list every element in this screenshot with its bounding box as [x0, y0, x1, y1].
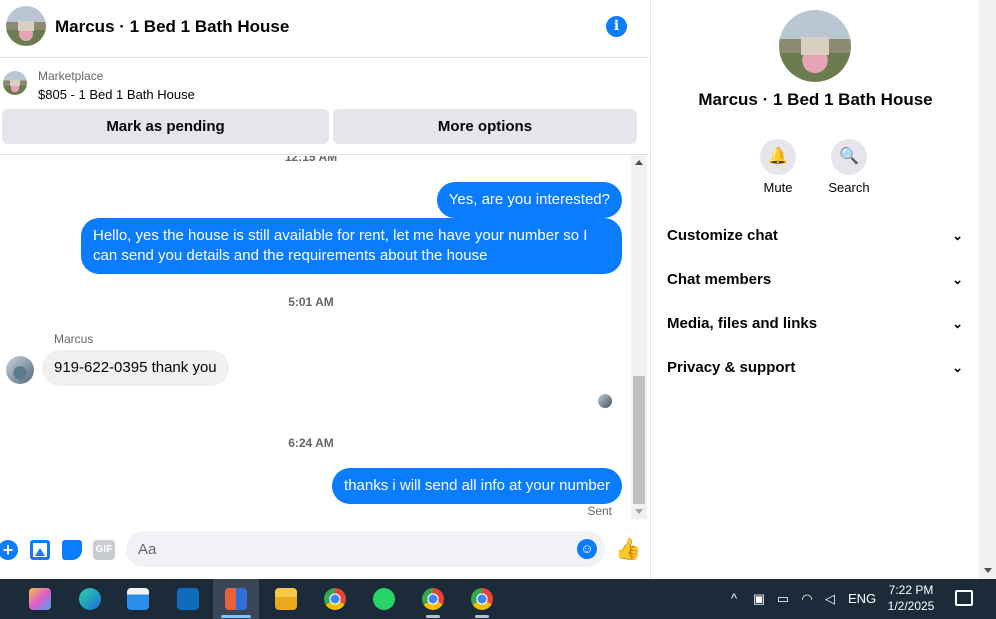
message-list: 12:15 AM Yes, are you interested? Hello,… — [0, 156, 649, 519]
listing-thumbnail[interactable] — [3, 71, 27, 95]
taskbar-chrome-profile-c[interactable] — [410, 579, 456, 619]
taskbar-store[interactable] — [115, 579, 161, 619]
active-indicator — [221, 615, 251, 618]
taskbar-file-explorer[interactable] — [263, 579, 309, 619]
sender-avatar[interactable] — [6, 356, 34, 384]
taskbar-active-app[interactable] — [213, 579, 259, 619]
info-icon[interactable]: i — [606, 16, 627, 37]
clock-date: 1/2/2025 — [887, 599, 935, 613]
clock-time: 7:22 PM — [888, 583, 934, 597]
sender-name: Marcus — [54, 332, 94, 346]
scroll-down-icon[interactable] — [635, 509, 643, 514]
taskbar-copilot[interactable] — [17, 579, 63, 619]
timestamp: 12:15 AM — [284, 156, 338, 164]
section-customize-chat[interactable]: Customize chat ⌄ — [667, 224, 967, 248]
sticker-icon[interactable] — [62, 540, 82, 560]
outgoing-message[interactable]: Hello, yes the house is still available … — [81, 218, 622, 274]
scroll-down-icon[interactable] — [984, 568, 992, 573]
emoji-icon[interactable]: ☺ — [577, 539, 597, 559]
more-options-button[interactable]: More options — [333, 109, 637, 144]
taskbar-chrome[interactable] — [312, 579, 358, 619]
section-label: Media, files and links — [667, 315, 818, 332]
listing-title[interactable]: $805 - 1 Bed 1 Bath House — [38, 87, 195, 102]
meet-icon[interactable]: ▣ — [751, 591, 767, 607]
notification-icon[interactable] — [955, 590, 973, 606]
chrome-icon — [471, 588, 493, 610]
section-chat-members[interactable]: Chat members ⌄ — [667, 268, 967, 292]
section-privacy-support[interactable]: Privacy & support ⌄ — [667, 356, 967, 380]
running-indicator — [426, 615, 440, 618]
chevron-down-icon: ⌄ — [952, 316, 963, 331]
message-input[interactable] — [126, 531, 605, 567]
taskbar-edge[interactable] — [67, 579, 113, 619]
taskbar-chrome-profile-2[interactable] — [459, 579, 505, 619]
taskbar-outlook[interactable] — [165, 579, 211, 619]
running-indicator — [475, 615, 489, 618]
details-title: Marcus · 1 Bed 1 Bath House — [698, 90, 933, 109]
details-avatar[interactable] — [779, 10, 851, 82]
mute-button[interactable]: 🔔 — [760, 139, 796, 175]
read-receipt-avatar — [598, 394, 612, 408]
scroll-up-icon[interactable] — [635, 160, 643, 165]
section-media-files-links[interactable]: Media, files and links ⌄ — [667, 312, 967, 336]
outlook-icon — [177, 588, 199, 610]
search-label: Search — [828, 180, 870, 195]
bell-icon: 🔔 — [768, 148, 788, 165]
chevron-down-icon: ⌄ — [952, 360, 963, 375]
thumbs-up-icon[interactable]: 👍 — [615, 538, 641, 562]
chrome-icon — [324, 588, 346, 610]
chat-panel: Marcus · 1 Bed 1 Bath House i Marketplac… — [0, 0, 649, 579]
taskbar-whatsapp[interactable] — [361, 579, 407, 619]
wifi-icon[interactable]: ◠ — [799, 591, 815, 607]
chevron-down-icon: ⌄ — [952, 228, 963, 243]
chevron-up-icon[interactable]: ^ — [726, 591, 742, 607]
folder-icon — [275, 588, 297, 610]
mute-label: Mute — [763, 180, 793, 195]
app-icon — [225, 588, 247, 610]
section-label: Chat members — [667, 271, 772, 288]
chrome-icon — [422, 588, 444, 610]
copilot-icon — [29, 588, 51, 610]
marketplace-label: Marketplace — [38, 69, 104, 83]
chat-avatar[interactable] — [6, 6, 46, 46]
edge-icon — [79, 588, 101, 610]
conversation-details-panel: Marcus · 1 Bed 1 Bath House 🔔 Mute 🔍 Sea… — [650, 0, 979, 579]
search-icon: 🔍 — [839, 148, 859, 165]
clock[interactable]: 7:22 PM 1/2/2025 — [872, 582, 950, 614]
volume-icon[interactable]: ◁ — [822, 591, 838, 607]
timestamp: 6:24 AM — [288, 436, 334, 450]
battery-icon[interactable]: ▭ — [775, 591, 791, 607]
chat-header: Marcus · 1 Bed 1 Bath House i — [0, 0, 649, 58]
outgoing-message[interactable]: thanks i will send all info at your numb… — [332, 468, 622, 504]
delivery-status: Sent — [587, 504, 612, 518]
mark-as-pending-button[interactable]: Mark as pending — [2, 109, 329, 144]
scroll-thumb[interactable] — [633, 376, 645, 504]
chevron-down-icon: ⌄ — [952, 272, 963, 287]
outgoing-message[interactable]: Yes, are you interested? — [436, 182, 622, 218]
windows-taskbar: ^ ▣ ▭ ◠ ◁ ENG 7:22 PM 1/2/2025 — [0, 579, 996, 619]
whatsapp-icon — [373, 588, 395, 610]
marketplace-listing: Marketplace $805 - 1 Bed 1 Bath House Ma… — [0, 59, 649, 155]
chat-title[interactable]: Marcus · 1 Bed 1 Bath House — [55, 17, 289, 37]
section-label: Privacy & support — [667, 359, 796, 376]
message-scrollbar[interactable] — [631, 156, 647, 519]
timestamp: 5:01 AM — [288, 295, 334, 309]
store-icon — [127, 588, 149, 610]
search-button[interactable]: 🔍 — [831, 139, 867, 175]
message-composer: + GIF ☺ 👍 — [0, 519, 649, 579]
plus-icon[interactable]: + — [0, 540, 18, 560]
incoming-message[interactable]: 919-622-0395 thank you — [42, 350, 229, 386]
section-label: Customize chat — [667, 227, 778, 244]
page-scrollbar[interactable] — [979, 0, 996, 579]
photo-icon[interactable] — [30, 540, 50, 560]
gif-icon[interactable]: GIF — [93, 540, 115, 560]
